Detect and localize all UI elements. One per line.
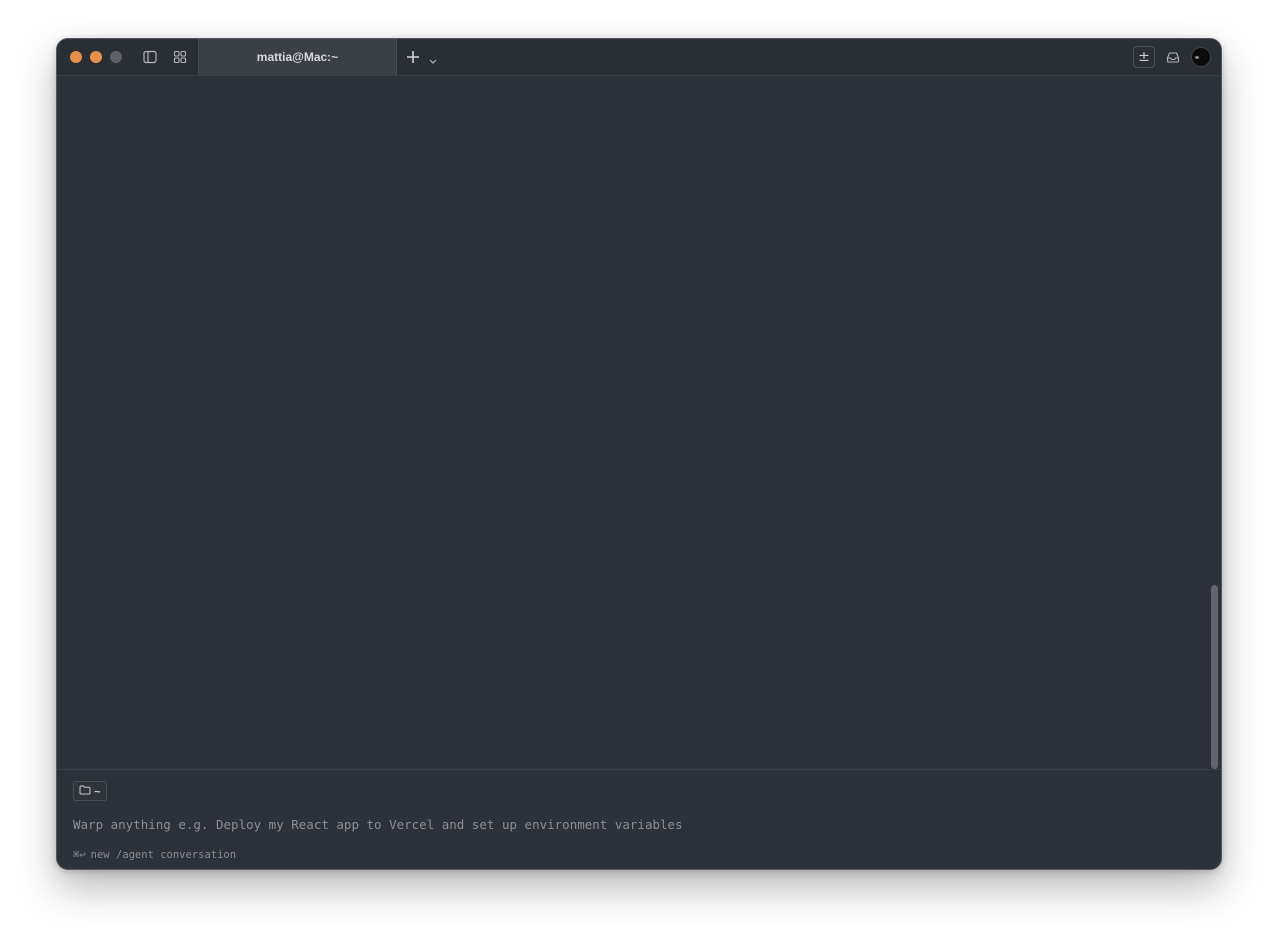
sidebar-toggle-icon[interactable] [142, 49, 158, 65]
grid-icon[interactable] [172, 49, 188, 65]
prompt-input[interactable] [73, 816, 973, 832]
folder-icon [79, 782, 91, 800]
user-avatar[interactable] [1191, 47, 1211, 67]
close-window-button[interactable] [70, 51, 82, 63]
plus-minus-label: ± [1138, 49, 1150, 65]
chevron-down-icon[interactable] [428, 53, 438, 64]
inbox-icon[interactable] [1162, 46, 1184, 68]
vertical-scrollbar[interactable] [1211, 585, 1218, 769]
shortcut-hint: ⌘↩ new /agent conversation [73, 849, 236, 861]
title-bar: mattia@Mac:~ ± [57, 39, 1221, 76]
terminal-window: mattia@Mac:~ ± ~ Warp anything e.g. Depl… [56, 38, 1222, 870]
minimize-window-button[interactable] [90, 51, 102, 63]
plus-icon[interactable] [405, 49, 421, 65]
shortcut-keys: ⌘↩ [73, 849, 86, 861]
working-directory-chip[interactable]: ~ [73, 781, 107, 801]
directory-label: ~ [94, 784, 101, 798]
shortcut-description: new /agent conversation [90, 849, 237, 861]
agent-input-panel: ~ ⌘↩ new /agent conversation [57, 769, 1221, 869]
plus-minus-icon[interactable]: ± [1133, 46, 1155, 68]
tab-terminal[interactable]: mattia@Mac:~ [198, 39, 397, 75]
maximize-window-button[interactable] [110, 51, 122, 63]
tab-title: mattia@Mac:~ [256, 50, 339, 64]
